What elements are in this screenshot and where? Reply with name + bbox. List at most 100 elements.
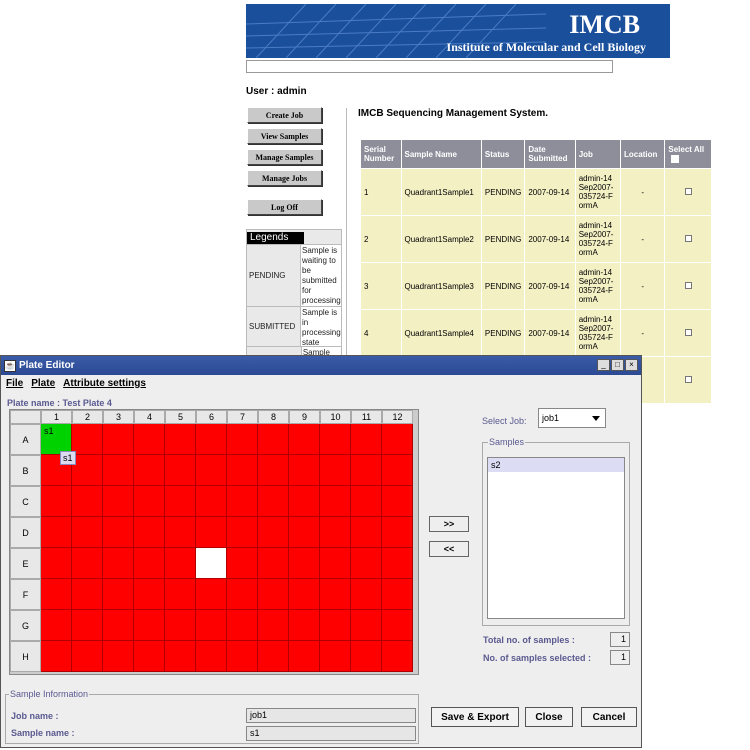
plate-well[interactable] bbox=[165, 455, 196, 486]
plate-well[interactable] bbox=[351, 455, 382, 486]
manage-samples-button[interactable]: Manage Samples bbox=[247, 149, 322, 165]
row-checkbox[interactable] bbox=[684, 281, 692, 289]
plate-well[interactable] bbox=[134, 424, 165, 455]
plate-well[interactable] bbox=[351, 486, 382, 517]
plate-well[interactable] bbox=[103, 579, 134, 610]
close-icon[interactable]: × bbox=[625, 359, 638, 371]
plate-well[interactable] bbox=[72, 486, 103, 517]
save-export-button[interactable]: Save & Export bbox=[431, 707, 519, 727]
plate-well[interactable] bbox=[289, 579, 320, 610]
maximize-icon[interactable]: □ bbox=[611, 359, 624, 371]
plate-well[interactable] bbox=[320, 424, 351, 455]
plate-well[interactable] bbox=[258, 579, 289, 610]
plate-well[interactable] bbox=[196, 517, 227, 548]
plate-well[interactable] bbox=[103, 517, 134, 548]
plate-well[interactable] bbox=[289, 610, 320, 641]
plate-well[interactable] bbox=[134, 486, 165, 517]
plate-well[interactable] bbox=[351, 579, 382, 610]
plate-well[interactable] bbox=[289, 424, 320, 455]
plate-well[interactable] bbox=[103, 486, 134, 517]
plate-well[interactable] bbox=[103, 455, 134, 486]
samples-list[interactable]: s2 bbox=[487, 457, 625, 619]
plate-well[interactable] bbox=[258, 455, 289, 486]
plate-well[interactable] bbox=[134, 610, 165, 641]
plate-well[interactable] bbox=[289, 455, 320, 486]
row-checkbox[interactable] bbox=[684, 375, 692, 383]
plate-well[interactable] bbox=[196, 579, 227, 610]
plate-well[interactable] bbox=[41, 486, 72, 517]
plate-well[interactable] bbox=[382, 424, 413, 455]
view-samples-button[interactable]: View Samples bbox=[247, 128, 322, 144]
plate-well[interactable] bbox=[134, 455, 165, 486]
plate-well[interactable] bbox=[227, 641, 258, 672]
list-item[interactable]: s2 bbox=[488, 458, 624, 472]
plate-well[interactable] bbox=[41, 517, 72, 548]
plate-well[interactable] bbox=[351, 641, 382, 672]
plate-well[interactable] bbox=[382, 579, 413, 610]
move-right-button[interactable]: >> bbox=[429, 516, 469, 532]
plate-well[interactable] bbox=[351, 424, 382, 455]
plate-well[interactable] bbox=[165, 610, 196, 641]
plate-well[interactable] bbox=[72, 517, 103, 548]
plate-well[interactable] bbox=[72, 579, 103, 610]
plate-well[interactable] bbox=[134, 641, 165, 672]
plate-well[interactable] bbox=[227, 579, 258, 610]
plate-well[interactable] bbox=[134, 517, 165, 548]
cancel-button[interactable]: Cancel bbox=[581, 707, 637, 727]
minimize-icon[interactable]: _ bbox=[597, 359, 610, 371]
plate-well[interactable] bbox=[103, 548, 134, 579]
plate-well[interactable] bbox=[320, 486, 351, 517]
plate-well[interactable] bbox=[258, 517, 289, 548]
plate-well[interactable] bbox=[289, 641, 320, 672]
plate-well[interactable] bbox=[72, 548, 103, 579]
plate-well[interactable] bbox=[351, 548, 382, 579]
title-bar[interactable]: ☕ Plate Editor _ □ × bbox=[1, 356, 641, 375]
plate-well[interactable] bbox=[165, 486, 196, 517]
plate-well[interactable] bbox=[41, 641, 72, 672]
plate-well[interactable] bbox=[382, 548, 413, 579]
plate-well[interactable] bbox=[72, 610, 103, 641]
menu-file[interactable]: File bbox=[6, 378, 23, 389]
plate-well[interactable] bbox=[258, 424, 289, 455]
row-checkbox[interactable] bbox=[684, 328, 692, 336]
plate-well[interactable] bbox=[289, 486, 320, 517]
select-job-dropdown[interactable]: job1 bbox=[538, 408, 606, 428]
create-job-button[interactable]: Create Job bbox=[247, 107, 322, 123]
plate-well[interactable] bbox=[351, 517, 382, 548]
plate-well[interactable] bbox=[72, 455, 103, 486]
plate-well[interactable] bbox=[165, 579, 196, 610]
log-off-button[interactable]: Log Off bbox=[247, 199, 322, 215]
menu-attribute-settings[interactable]: Attribute settings bbox=[63, 378, 146, 389]
plate-well[interactable] bbox=[382, 641, 413, 672]
plate-well[interactable] bbox=[227, 486, 258, 517]
move-left-button[interactable]: << bbox=[429, 541, 469, 557]
plate-well[interactable] bbox=[134, 579, 165, 610]
plate-well[interactable] bbox=[227, 548, 258, 579]
plate-well[interactable] bbox=[258, 486, 289, 517]
plate-well[interactable] bbox=[134, 548, 165, 579]
plate-well[interactable] bbox=[351, 610, 382, 641]
plate-well[interactable] bbox=[103, 424, 134, 455]
select-all-checkbox[interactable] bbox=[671, 154, 680, 163]
plate-well[interactable] bbox=[320, 610, 351, 641]
plate-well[interactable] bbox=[382, 610, 413, 641]
plate-well[interactable] bbox=[103, 610, 134, 641]
plate-well[interactable] bbox=[72, 641, 103, 672]
plate-well[interactable] bbox=[289, 517, 320, 548]
plate-well[interactable] bbox=[196, 424, 227, 455]
manage-jobs-button[interactable]: Manage Jobs bbox=[247, 170, 322, 186]
plate-well[interactable] bbox=[320, 455, 351, 486]
menu-plate[interactable]: Plate bbox=[31, 378, 55, 389]
plate-well[interactable] bbox=[196, 610, 227, 641]
plate-well[interactable] bbox=[165, 424, 196, 455]
plate-well[interactable] bbox=[320, 517, 351, 548]
plate-well[interactable] bbox=[196, 455, 227, 486]
plate-well[interactable] bbox=[258, 641, 289, 672]
plate-well[interactable] bbox=[382, 455, 413, 486]
plate-well[interactable] bbox=[382, 517, 413, 548]
plate-well[interactable] bbox=[165, 548, 196, 579]
plate-well[interactable] bbox=[165, 517, 196, 548]
plate-well[interactable] bbox=[165, 641, 196, 672]
close-button[interactable]: Close bbox=[525, 707, 573, 727]
plate-well[interactable] bbox=[320, 641, 351, 672]
